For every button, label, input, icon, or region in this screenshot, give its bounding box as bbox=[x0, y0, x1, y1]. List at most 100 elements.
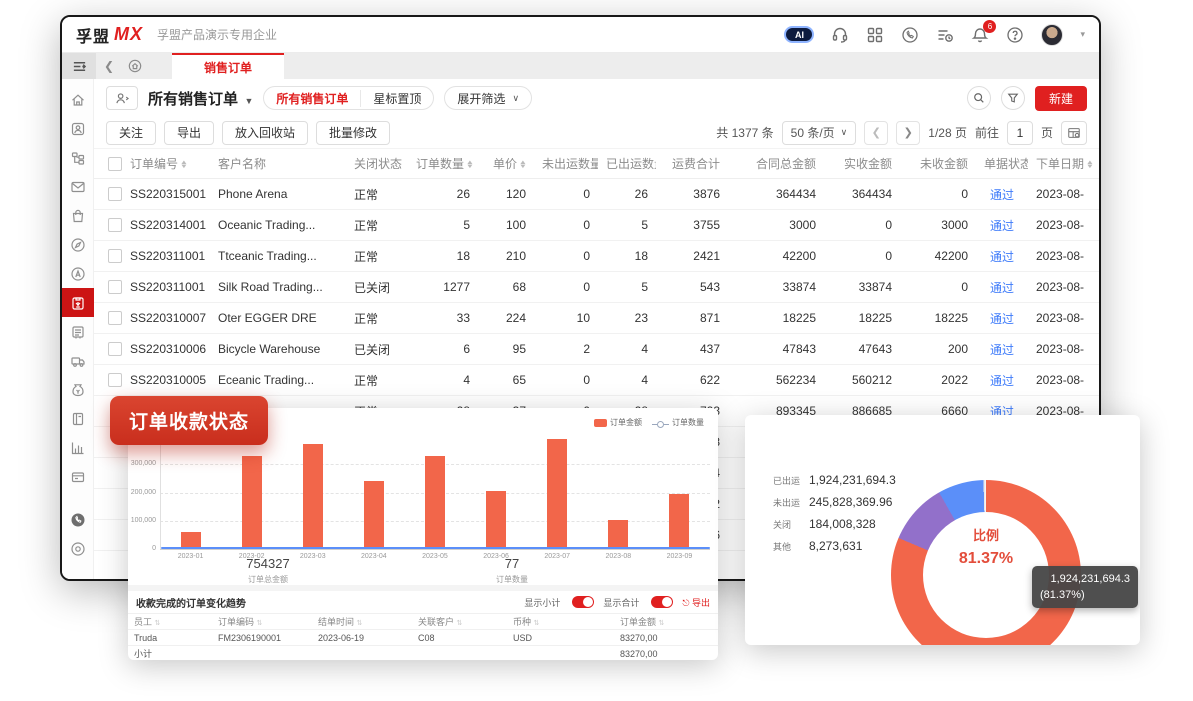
chevron-left-icon[interactable]: ❮ bbox=[96, 53, 122, 79]
sort-icon[interactable]: ▲▼ bbox=[181, 161, 187, 169]
bar-2023-03[interactable] bbox=[303, 444, 323, 549]
table-row[interactable]: SS220315001Phone Arena正常2612002638763644… bbox=[94, 179, 1099, 210]
sidebar-item-phone-circle[interactable] bbox=[62, 505, 94, 534]
sort-icon[interactable]: ▲▼ bbox=[520, 161, 526, 169]
doc-status-link[interactable]: 通过 bbox=[990, 374, 1014, 388]
activity-list-icon[interactable] bbox=[936, 26, 954, 44]
tab-sales-order[interactable]: 销售订单 bbox=[172, 53, 284, 79]
row-checkbox[interactable] bbox=[108, 187, 122, 201]
sidebar-item-org-tree[interactable] bbox=[62, 143, 94, 172]
filter-funnel-icon[interactable] bbox=[1001, 86, 1025, 110]
sidebar-item-shopping-bag[interactable] bbox=[62, 201, 94, 230]
sidebar-item-truck[interactable] bbox=[62, 346, 94, 375]
bar-2023-09[interactable] bbox=[669, 494, 689, 549]
doc-status-link[interactable]: 通过 bbox=[990, 281, 1014, 295]
sidebar-item-contact-card[interactable] bbox=[62, 114, 94, 143]
headset-icon[interactable] bbox=[831, 26, 849, 44]
stat-label: 订单总金额 bbox=[208, 574, 328, 585]
bar-2023-07[interactable] bbox=[547, 439, 567, 549]
trend-row[interactable]: TrudaFM23061900012023-06-19C08USD83270,0… bbox=[128, 629, 718, 645]
segment-0[interactable]: 所有销售订单 bbox=[264, 90, 360, 107]
view-title[interactable]: 所有销售订单 bbox=[148, 91, 238, 108]
sidebar-item-money-bag[interactable] bbox=[62, 375, 94, 404]
table-row[interactable]: SS220310005Eceanic Trading...正常465046225… bbox=[94, 365, 1099, 396]
select-all-checkbox[interactable] bbox=[108, 157, 122, 171]
cell: 33 bbox=[408, 311, 478, 325]
view-caret-icon[interactable]: ▼ bbox=[244, 96, 253, 106]
table-row[interactable]: SS220310007Oter EGGER DRE正常3322410238711… bbox=[94, 303, 1099, 334]
prev-page-button[interactable]: ❮ bbox=[864, 121, 888, 145]
cell: 543 bbox=[656, 280, 728, 294]
next-page-button[interactable]: ❯ bbox=[896, 121, 920, 145]
row-checkbox[interactable] bbox=[108, 249, 122, 263]
donut-tooltip: 1,924,231,694.3 (81.37%) bbox=[1032, 566, 1138, 608]
ai-assistant-icon[interactable]: AI bbox=[784, 26, 814, 43]
bar-2023-02[interactable] bbox=[242, 456, 262, 549]
goto-page-input[interactable] bbox=[1007, 121, 1033, 145]
sort-icon[interactable]: ▲▼ bbox=[467, 161, 473, 169]
sidebar-item-target[interactable] bbox=[62, 534, 94, 563]
donut-center-label: 比例 bbox=[923, 525, 1049, 544]
page-size-select[interactable]: 50 条/页 ∨ bbox=[782, 121, 857, 145]
bar-2023-06[interactable] bbox=[486, 491, 506, 549]
action-button-0[interactable]: 关注 bbox=[106, 121, 156, 145]
chart-legend[interactable]: 订单金额 订单数量 bbox=[594, 417, 704, 428]
row-checkbox[interactable] bbox=[108, 342, 122, 356]
cell: 18225 bbox=[728, 311, 824, 325]
doc-status-link[interactable]: 通过 bbox=[990, 219, 1014, 233]
sidebar-collapse-icon[interactable] bbox=[62, 53, 96, 79]
row-checkbox[interactable] bbox=[108, 280, 122, 294]
notification-bell-icon[interactable]: 6 bbox=[971, 26, 989, 44]
sidebar-item-compass[interactable] bbox=[62, 230, 94, 259]
sidebar-item-letter-a[interactable] bbox=[62, 259, 94, 288]
sort-icon[interactable]: ▲▼ bbox=[1087, 161, 1093, 169]
doc-status-link[interactable]: 通过 bbox=[990, 343, 1014, 357]
sidebar-item-order-clipboard[interactable] bbox=[62, 288, 94, 317]
sidebar-item-home[interactable] bbox=[62, 85, 94, 114]
sidebar-item-mail[interactable] bbox=[62, 172, 94, 201]
row-checkbox[interactable] bbox=[108, 218, 122, 232]
doc-status-link[interactable]: 通过 bbox=[990, 312, 1014, 326]
action-button-1[interactable]: 导出 bbox=[164, 121, 214, 145]
table-row[interactable]: SS220311001Silk Road Trading...已关闭127768… bbox=[94, 272, 1099, 303]
table-row[interactable]: SS220310006Bicycle Warehouse已关闭695244374… bbox=[94, 334, 1099, 365]
action-button-2[interactable]: 放入回收站 bbox=[222, 121, 308, 145]
table-row[interactable]: SS220311001Ttceanic Trading...正常18210018… bbox=[94, 241, 1099, 272]
subtotal-toggle[interactable] bbox=[572, 596, 594, 608]
donut-legend-item: 已出运1,924,231,694.3 bbox=[773, 473, 896, 487]
bar-2023-04[interactable] bbox=[364, 481, 384, 549]
export-link[interactable]: ⎋ 导出 bbox=[682, 596, 710, 609]
column-settings-icon[interactable] bbox=[1061, 121, 1087, 145]
expand-filter-button[interactable]: 展开筛选 ∨ bbox=[444, 86, 532, 110]
sidebar-item-document[interactable] bbox=[62, 317, 94, 346]
bar-2023-05[interactable] bbox=[425, 456, 445, 549]
avatar[interactable] bbox=[1041, 24, 1063, 46]
assignee-filter-button[interactable] bbox=[106, 86, 138, 110]
help-icon[interactable] bbox=[1006, 26, 1024, 44]
trend-row[interactable]: 小计83270,00 bbox=[128, 645, 718, 660]
notebook-icon bbox=[70, 411, 86, 427]
row-checkbox[interactable] bbox=[108, 311, 122, 325]
cell: 通过 bbox=[976, 248, 1028, 265]
phone-circle-icon bbox=[70, 512, 86, 528]
sidebar-item-bar-chart[interactable] bbox=[62, 433, 94, 462]
row-checkbox[interactable] bbox=[108, 373, 122, 387]
shopping-bag-icon bbox=[70, 208, 86, 224]
chevron-down-icon[interactable]: ▾ bbox=[1080, 29, 1085, 40]
doc-status-link[interactable]: 通过 bbox=[990, 250, 1014, 264]
call-icon[interactable] bbox=[901, 26, 919, 44]
apps-grid-icon[interactable] bbox=[866, 26, 884, 44]
page-indicator: 1/28 页 bbox=[928, 124, 967, 141]
doc-status-link[interactable]: 通过 bbox=[990, 188, 1014, 202]
segment-1[interactable]: 星标置顶 bbox=[360, 90, 433, 107]
home-nav-icon[interactable] bbox=[122, 53, 148, 79]
sidebar-item-id-card[interactable] bbox=[62, 462, 94, 491]
table-row[interactable]: SS220314001Oceanic Trading...正常510005375… bbox=[94, 210, 1099, 241]
bar-2023-08[interactable] bbox=[608, 520, 628, 549]
total-toggle[interactable] bbox=[651, 596, 673, 608]
search-icon[interactable] bbox=[967, 86, 991, 110]
cell: Eceanic Trading... bbox=[210, 373, 346, 387]
new-button[interactable]: 新建 bbox=[1035, 86, 1087, 111]
sidebar-item-notebook[interactable] bbox=[62, 404, 94, 433]
action-button-3[interactable]: 批量修改 bbox=[316, 121, 390, 145]
